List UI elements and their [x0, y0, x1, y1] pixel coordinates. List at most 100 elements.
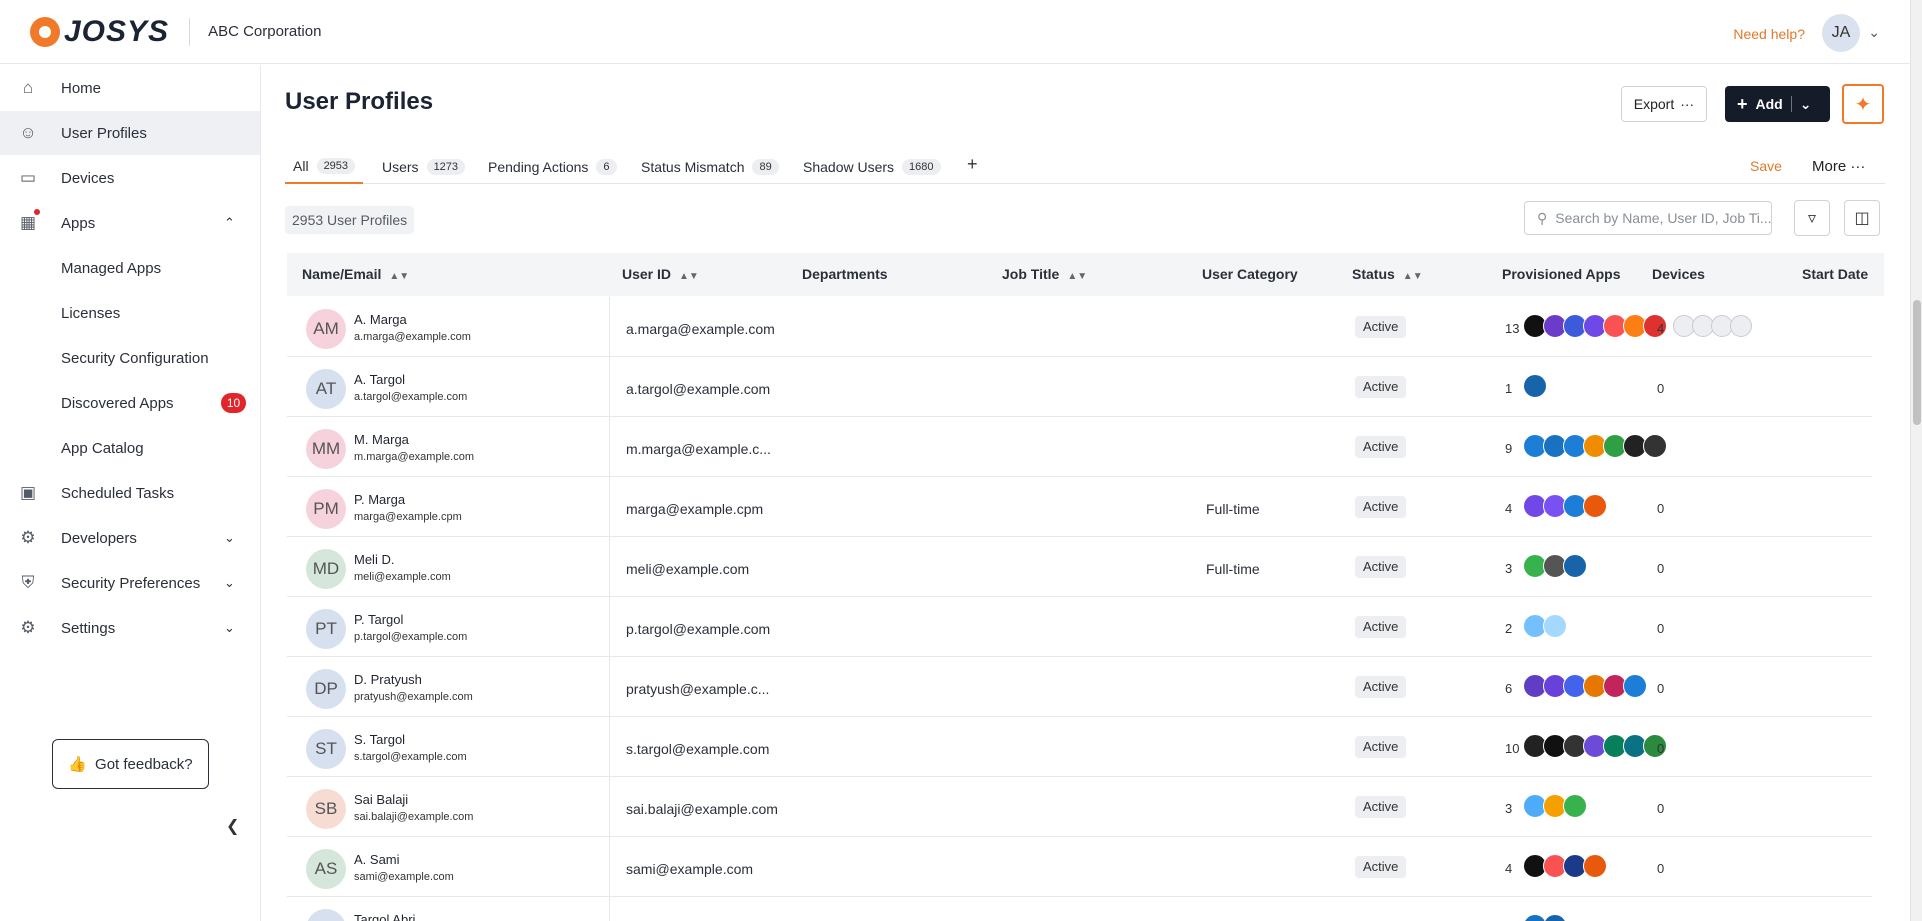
- provisioned-apps-icons[interactable]: [1523, 794, 1587, 820]
- user-name[interactable]: M. Marga: [354, 432, 409, 447]
- tab-shadow-users[interactable]: Shadow Users 1680: [803, 150, 941, 184]
- chevron-up-icon: ⌃: [224, 215, 235, 230]
- more-dots-icon: ···: [1680, 96, 1695, 112]
- chevron-down-icon[interactable]: ⌄: [1868, 24, 1880, 41]
- user-id: sai.balaji@example.com: [626, 801, 778, 817]
- sidebar-item-label: Developers: [61, 529, 137, 547]
- filter-button[interactable]: ▿: [1794, 200, 1830, 236]
- user-name[interactable]: Sai Balaji: [354, 792, 408, 807]
- tab-all[interactable]: All 2953: [285, 150, 364, 184]
- tab-pending-actions[interactable]: Pending Actions 6: [488, 150, 617, 184]
- table-row[interactable]: AS A. Sami sami@example.com sami@example.co…: [287, 837, 1872, 897]
- save-view-button[interactable]: Save: [1750, 158, 1782, 174]
- devices-count: 0: [1657, 381, 1665, 396]
- user-email: a.targol@example.com: [354, 391, 468, 403]
- avatar: PT: [306, 609, 346, 649]
- user-name[interactable]: S. Targol: [354, 732, 405, 747]
- table-row[interactable]: AM A. Marga a.marga@example.com a.marga@exa…: [287, 297, 1872, 357]
- tab-count: 2953: [316, 158, 356, 174]
- chevron-down-icon[interactable]: ⌄: [1800, 96, 1812, 113]
- sort-icon[interactable]: ▲▼: [389, 271, 409, 282]
- logo[interactable]: JOSYS: [30, 15, 169, 49]
- status-badge: Active: [1355, 616, 1407, 638]
- provisioned-apps-icons[interactable]: [1523, 374, 1547, 400]
- collapse-sidebar-icon[interactable]: ❮: [226, 816, 239, 836]
- sidebar-item-devices[interactable]: ▭ Devices: [0, 156, 260, 200]
- table-row[interactable]: SB Sai Balaji sai.balaji@example.com sai.ba…: [287, 777, 1872, 837]
- sidebar-item-settings[interactable]: ⚙ Settings ⌄: [0, 606, 260, 650]
- scrollbar-thumb[interactable]: [1913, 300, 1921, 425]
- user-email: sai.balaji@example.com: [354, 811, 474, 823]
- user-name[interactable]: A. Targol: [354, 372, 405, 387]
- avatar: AM: [306, 309, 346, 349]
- user-name[interactable]: P. Targol: [354, 612, 403, 627]
- add-button[interactable]: + Add ⌄: [1725, 86, 1830, 122]
- user-id: a.marga@example.com: [626, 321, 775, 337]
- provisioned-apps-icons[interactable]: [1523, 854, 1607, 880]
- user-email: sami@example.com: [354, 871, 454, 883]
- device-icons[interactable]: [1673, 315, 1752, 337]
- provisioned-apps-icons[interactable]: [1523, 494, 1607, 520]
- sidebar-item-home[interactable]: ⌂ Home: [0, 66, 260, 110]
- user-name[interactable]: P. Marga: [354, 492, 405, 507]
- column-header-job-title[interactable]: Job Title ▲▼: [1002, 266, 1087, 282]
- column-header-name[interactable]: Name/Email ▲▼: [302, 266, 409, 282]
- column-header-start-date[interactable]: Start Date: [1802, 266, 1868, 282]
- sort-icon[interactable]: ▲▼: [679, 271, 699, 282]
- column-divider: [609, 657, 610, 717]
- table-row[interactable]: PT P. Targol p.targol@example.com p.targol@…: [287, 597, 1872, 657]
- user-name[interactable]: Meli D.: [354, 552, 394, 567]
- sidebar-item-scheduled-tasks[interactable]: ▣ Scheduled Tasks: [0, 471, 260, 515]
- tab-count: 6: [596, 159, 617, 175]
- ai-sparkle-button[interactable]: ✦: [1842, 84, 1884, 124]
- provisioned-apps-icons[interactable]: [1523, 614, 1567, 640]
- table-row[interactable]: TA Targol Abri: [287, 897, 1872, 921]
- provisioned-apps-icons[interactable]: [1523, 554, 1587, 580]
- provisioned-apps-icons[interactable]: [1523, 674, 1647, 700]
- search-icon: ⚲: [1537, 209, 1548, 226]
- user-avatar[interactable]: JA: [1822, 14, 1860, 52]
- chevron-down-icon: ⌄: [224, 620, 235, 635]
- column-header-user-id[interactable]: User ID ▲▼: [622, 266, 699, 282]
- sidebar-item-managed-apps[interactable]: Managed Apps: [0, 246, 260, 290]
- column-header-status[interactable]: Status ▲▼: [1352, 266, 1423, 282]
- provisioned-apps-icons[interactable]: [1523, 914, 1567, 921]
- user-id: m.marga@example.c...: [626, 441, 771, 457]
- feedback-button[interactable]: 👍 Got feedback?: [52, 739, 209, 789]
- sort-icon[interactable]: ▲▼: [1067, 271, 1087, 282]
- table-row[interactable]: PM P. Marga marga@example.cpm marga@example…: [287, 477, 1872, 537]
- more-button[interactable]: More ···: [1812, 158, 1865, 175]
- sidebar-item-label: Licenses: [61, 304, 121, 322]
- need-help-link[interactable]: Need help?: [1733, 26, 1805, 42]
- provisioned-apps-icons[interactable]: [1523, 434, 1667, 460]
- table-row[interactable]: AT A. Targol a.targol@example.com a.targol@…: [287, 357, 1872, 417]
- user-name[interactable]: A. Sami: [354, 852, 400, 867]
- sidebar-item-label: App Catalog: [61, 439, 144, 457]
- table-row[interactable]: MD Meli D. meli@example.com meli@example.co…: [287, 537, 1872, 597]
- user-name[interactable]: A. Marga: [354, 312, 407, 327]
- search-input[interactable]: ⚲ Search by Name, User ID, Job Ti...: [1524, 201, 1772, 235]
- sidebar-item-discovered-apps[interactable]: Discovered Apps 10: [0, 381, 260, 425]
- sidebar-item-developers[interactable]: ⚙ Developers ⌄: [0, 516, 260, 560]
- sidebar-item-licenses[interactable]: Licenses: [0, 291, 260, 335]
- sidebar-item-app-catalog[interactable]: App Catalog: [0, 426, 260, 470]
- user-name[interactable]: D. Pratyush: [354, 672, 422, 687]
- columns-button[interactable]: ◫: [1844, 200, 1880, 236]
- sidebar-item-apps[interactable]: ▦ Apps ⌃: [0, 201, 260, 245]
- app-icon: [1543, 914, 1567, 921]
- export-button[interactable]: Export ···: [1621, 86, 1707, 122]
- tab-status-mismatch[interactable]: Status Mismatch 89: [641, 150, 779, 184]
- table-row[interactable]: ST S. Targol s.targol@example.com s.targol@…: [287, 717, 1872, 777]
- table-row[interactable]: DP D. Pratyush pratyush@example.com pratyus…: [287, 657, 1872, 717]
- tab-users[interactable]: Users 1273: [382, 150, 466, 184]
- sidebar-item-security-configuration[interactable]: Security Configuration: [0, 336, 260, 380]
- provisioned-apps-icons[interactable]: [1523, 734, 1667, 760]
- add-tab-icon[interactable]: +: [967, 154, 978, 175]
- sidebar-item-user-profiles[interactable]: ☺ User Profiles: [0, 111, 260, 155]
- sort-icon[interactable]: ▲▼: [1403, 271, 1423, 282]
- user-name[interactable]: Targol Abri: [354, 912, 415, 921]
- table-row[interactable]: MM M. Marga m.marga@example.com m.marga@exa…: [287, 417, 1872, 477]
- scrollbar[interactable]: [1910, 0, 1922, 921]
- provisioned-apps-icons[interactable]: [1523, 314, 1667, 340]
- sidebar-item-security-preferences[interactable]: ⛨ Security Preferences ⌄: [0, 561, 260, 605]
